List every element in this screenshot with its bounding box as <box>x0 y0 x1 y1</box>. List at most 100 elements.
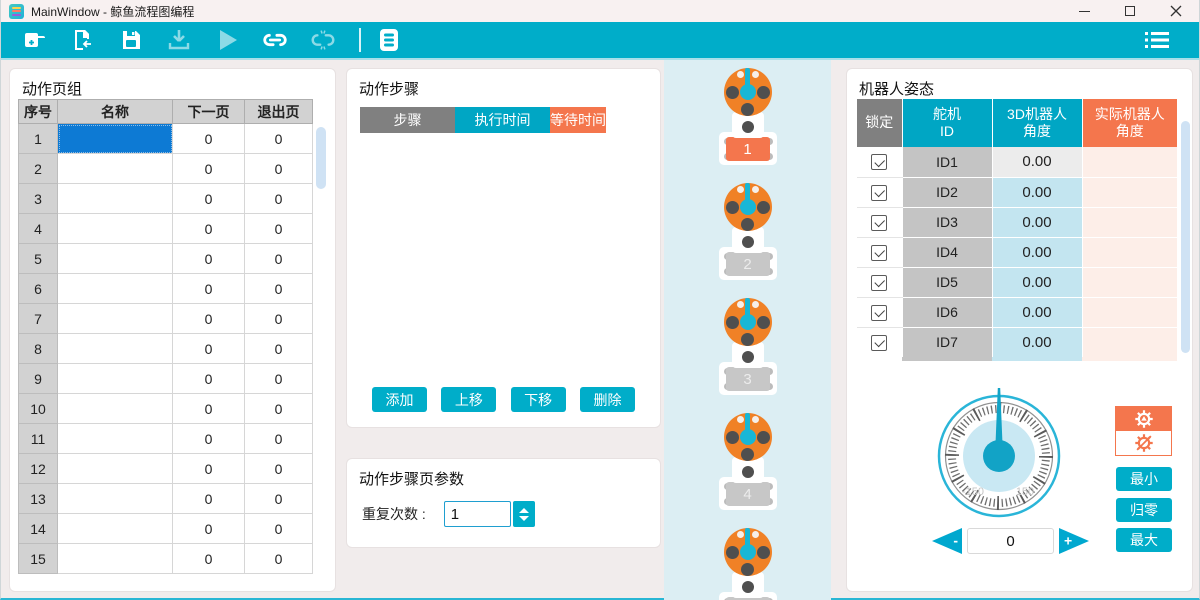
repeat-count-input[interactable] <box>444 501 511 527</box>
repeat-count-stepper[interactable] <box>513 501 535 527</box>
exit-page-cell[interactable]: 0 <box>245 394 313 424</box>
row-index-cell[interactable]: 12 <box>19 454 58 484</box>
step-action-button[interactable]: 删除 <box>580 387 635 412</box>
actual-angle-cell[interactable] <box>1082 237 1177 267</box>
servo-id-cell[interactable]: ID7 <box>902 327 992 357</box>
actual-angle-cell[interactable] <box>1082 207 1177 237</box>
new-file-icon[interactable] <box>21 26 49 54</box>
servo-id-cell[interactable]: ID2 <box>902 177 992 207</box>
exit-page-cell[interactable]: 0 <box>245 334 313 364</box>
next-page-cell[interactable]: 0 <box>173 334 245 364</box>
servo-id-cell[interactable]: ID4 <box>902 237 992 267</box>
steps-column-header[interactable]: 执行时间 <box>455 107 550 133</box>
lock-checkbox[interactable] <box>871 245 887 261</box>
step-action-button[interactable]: 下移 <box>511 387 566 412</box>
exit-page-cell[interactable]: 0 <box>245 454 313 484</box>
row-index-cell[interactable]: 8 <box>19 334 58 364</box>
link-icon[interactable] <box>261 26 289 54</box>
servo-id-cell[interactable]: ID6 <box>902 297 992 327</box>
name-cell[interactable] <box>58 334 173 364</box>
exit-page-cell[interactable]: 0 <box>245 274 313 304</box>
row-index-cell[interactable]: 3 <box>19 184 58 214</box>
next-page-cell[interactable]: 0 <box>173 184 245 214</box>
save-file-icon[interactable] <box>117 26 145 54</box>
maximize-button[interactable] <box>1107 0 1153 22</box>
servo-unit[interactable] <box>708 528 788 600</box>
actual-angle-cell[interactable] <box>1082 297 1177 327</box>
exit-page-cell[interactable]: 0 <box>245 214 313 244</box>
next-page-cell[interactable]: 0 <box>173 394 245 424</box>
angle-3d-cell[interactable]: 0.00 <box>992 327 1082 357</box>
servo-unit[interactable]: 4 <box>708 413 788 511</box>
name-cell[interactable] <box>58 184 173 214</box>
name-cell[interactable] <box>58 454 173 484</box>
servo-lock-on-button[interactable] <box>1116 407 1171 431</box>
pages-scrollbar[interactable] <box>316 127 326 189</box>
servo-unit[interactable]: 2 <box>708 183 788 281</box>
row-index-cell[interactable]: 10 <box>19 394 58 424</box>
steps-column-header[interactable]: 等待时间 <box>550 107 607 133</box>
exit-page-cell[interactable]: 0 <box>245 244 313 274</box>
row-index-cell[interactable]: 2 <box>19 154 58 184</box>
pose-scrollbar[interactable] <box>1181 121 1190 353</box>
menu-icon[interactable] <box>1143 26 1171 54</box>
increase-angle-button[interactable]: + <box>1059 528 1089 554</box>
exit-page-cell[interactable]: 0 <box>245 544 313 574</box>
step-action-button[interactable]: 上移 <box>441 387 496 412</box>
name-cell[interactable] <box>58 154 173 184</box>
row-index-cell[interactable]: 15 <box>19 544 58 574</box>
row-index-cell[interactable]: 7 <box>19 304 58 334</box>
angle-3d-cell[interactable]: 0.00 <box>992 177 1082 207</box>
angle-3d-cell[interactable]: 0.00 <box>992 147 1082 177</box>
lock-checkbox[interactable] <box>871 215 887 231</box>
next-page-cell[interactable]: 0 <box>173 154 245 184</box>
name-cell[interactable] <box>58 544 173 574</box>
row-index-cell[interactable]: 5 <box>19 244 58 274</box>
actual-angle-cell[interactable] <box>1082 177 1177 207</box>
exit-page-cell[interactable]: 0 <box>245 514 313 544</box>
run-icon[interactable] <box>213 26 241 54</box>
angle-gauge-dial[interactable]: -150 150 <box>929 386 1069 526</box>
next-page-cell[interactable]: 0 <box>173 214 245 244</box>
spin-up-icon[interactable] <box>519 508 529 513</box>
actual-angle-cell[interactable] <box>1082 147 1177 177</box>
row-index-cell[interactable]: 1 <box>19 124 58 154</box>
row-index-cell[interactable]: 11 <box>19 424 58 454</box>
next-page-cell[interactable]: 0 <box>173 454 245 484</box>
name-cell[interactable] <box>58 364 173 394</box>
exit-page-cell[interactable]: 0 <box>245 184 313 214</box>
angle-3d-cell[interactable]: 0.00 <box>992 297 1082 327</box>
device-list-icon[interactable] <box>375 26 403 54</box>
name-cell[interactable] <box>58 214 173 244</box>
exit-page-cell[interactable]: 0 <box>245 154 313 184</box>
next-page-cell[interactable]: 0 <box>173 514 245 544</box>
next-page-cell[interactable]: 0 <box>173 124 245 154</box>
row-index-cell[interactable]: 9 <box>19 364 58 394</box>
steps-column-header[interactable]: 步骤 <box>360 107 455 133</box>
unlink-icon[interactable] <box>309 26 337 54</box>
row-index-cell[interactable]: 14 <box>19 514 58 544</box>
spin-down-icon[interactable] <box>519 516 529 521</box>
angle-3d-cell[interactable]: 0.00 <box>992 267 1082 297</box>
download-icon[interactable] <box>165 26 193 54</box>
next-page-cell[interactable]: 0 <box>173 484 245 514</box>
name-cell[interactable] <box>58 394 173 424</box>
next-page-cell[interactable]: 0 <box>173 274 245 304</box>
row-index-cell[interactable]: 6 <box>19 274 58 304</box>
servo-unit[interactable]: 1 <box>708 68 788 166</box>
lock-checkbox[interactable] <box>871 335 887 351</box>
exit-page-cell[interactable]: 0 <box>245 364 313 394</box>
name-cell[interactable] <box>58 424 173 454</box>
angle-3d-cell[interactable]: 0.00 <box>992 237 1082 267</box>
name-cell[interactable] <box>58 304 173 334</box>
next-page-cell[interactable]: 0 <box>173 304 245 334</box>
row-index-cell[interactable]: 4 <box>19 214 58 244</box>
servo-id-cell[interactable]: ID1 <box>902 147 992 177</box>
name-cell[interactable] <box>58 514 173 544</box>
exit-page-cell[interactable]: 0 <box>245 424 313 454</box>
actual-angle-cell[interactable] <box>1082 267 1177 297</box>
name-cell[interactable] <box>58 124 173 154</box>
min-angle-button[interactable]: 最小 <box>1116 467 1172 491</box>
gauge-knob[interactable] <box>983 440 1015 472</box>
open-file-icon[interactable] <box>69 26 97 54</box>
